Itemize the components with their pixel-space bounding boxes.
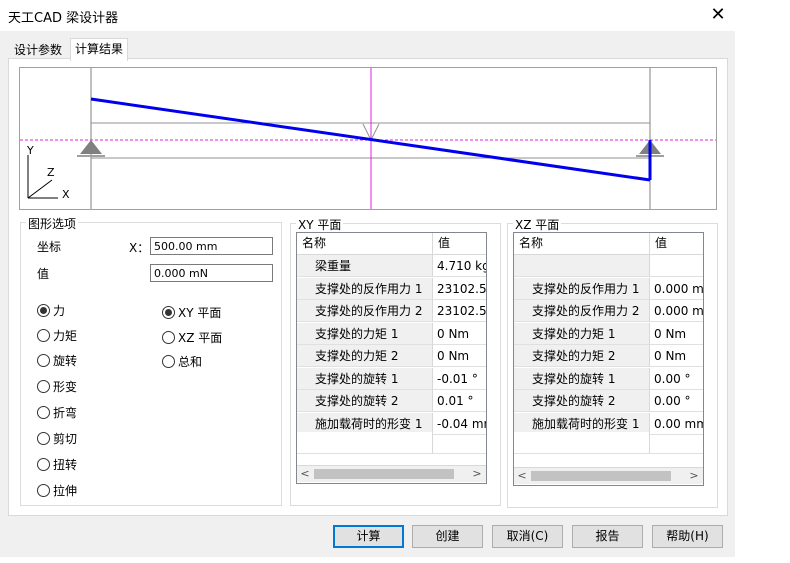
row-value: 0.01 ° xyxy=(433,390,486,412)
quantity-radio-7[interactable] xyxy=(37,484,50,497)
quantity-radio-label-4: 折弯 xyxy=(53,406,78,420)
title-bar: 天工CAD 梁设计器 ✕ xyxy=(0,0,735,31)
quantity-radio-2[interactable] xyxy=(37,354,50,367)
x-coordinate-field[interactable]: 500.00 mm xyxy=(150,237,273,255)
row-name: 支撑处的反作用力 1 xyxy=(514,277,650,300)
xz-col-name[interactable]: 名称 xyxy=(514,233,650,254)
xy-col-name[interactable]: 名称 xyxy=(297,233,433,254)
tab-design-params[interactable]: 设计参数 xyxy=(10,41,66,59)
quantity-radio-label-2: 旋转 xyxy=(53,354,78,368)
quantity-radio-label-6: 扭转 xyxy=(53,458,78,472)
scroll-left-icon[interactable]: < xyxy=(297,466,313,482)
row-name: 支撑处的反作用力 2 xyxy=(514,300,650,322)
row-value: 0 Nm xyxy=(650,323,703,345)
xz-results-grid: 名称 值 支撑处的反作用力 10.000 mN支撑处的反作用力 20.000 m… xyxy=(513,232,704,486)
left-support-icon xyxy=(80,140,102,154)
row-name: 支撑处的力矩 1 xyxy=(514,322,650,345)
row-name: 支撑处的力矩 1 xyxy=(297,322,433,345)
quantity-radio-3[interactable] xyxy=(37,380,50,393)
quantity-radio-label-5: 剪切 xyxy=(53,432,78,446)
z-axis-line xyxy=(27,179,53,199)
xy-grid-header: 名称 值 xyxy=(297,233,486,255)
quantity-radio-4[interactable] xyxy=(37,406,50,419)
quantity-radio-label-7: 拉伸 xyxy=(53,484,78,498)
row-name: 支撑处的旋转 2 xyxy=(297,390,433,412)
create-button[interactable]: 创建 xyxy=(412,525,483,548)
plane-radio-label-0: XY 平面 xyxy=(178,306,222,320)
xy-results-grid: 名称 值 梁重量4.710 kg支撑处的反作用力 123102.59支撑处的反作… xyxy=(296,232,487,484)
beam-designer-dialog: 天工CAD 梁设计器 ✕ 设计参数 计算结果 Y Z X 图形选项 坐标 X： … xyxy=(0,0,735,557)
value-label: 值 xyxy=(37,267,50,281)
xz-grid-header: 名称 值 xyxy=(514,233,703,255)
row-value: 0 Nm xyxy=(650,345,703,367)
row-value: 0.00 ° xyxy=(650,368,703,390)
scroll-thumb[interactable] xyxy=(314,469,454,479)
plane-radio-label-1: XZ 平面 xyxy=(178,331,223,345)
row-name: 支撑处的旋转 2 xyxy=(514,390,650,412)
row-name: 支撑处的反作用力 1 xyxy=(297,277,433,300)
cancel-button[interactable]: 取消(C) xyxy=(492,525,563,548)
row-name: 支撑处的力矩 2 xyxy=(514,345,650,367)
scroll-thumb[interactable] xyxy=(531,471,671,481)
coord-label: 坐标 xyxy=(37,240,62,254)
xz-plane-title: XZ 平面 xyxy=(513,216,562,233)
row-name xyxy=(514,255,650,277)
row-name: 支撑处的旋转 1 xyxy=(514,367,650,390)
row-name: 支撑处的力矩 2 xyxy=(297,345,433,367)
quantity-radio-5[interactable] xyxy=(37,432,50,445)
plane-radio-label-2: 总和 xyxy=(178,355,203,369)
scroll-right-icon[interactable]: > xyxy=(469,466,485,482)
window-title: 天工CAD 梁设计器 xyxy=(8,11,119,26)
scroll-left-icon[interactable]: < xyxy=(514,468,530,484)
close-icon[interactable]: ✕ xyxy=(706,3,730,27)
x-axis-label: X xyxy=(62,188,70,201)
xy-col-value[interactable]: 值 xyxy=(433,233,486,254)
plane-radio-2[interactable] xyxy=(162,355,175,368)
quantity-radio-label-3: 形变 xyxy=(53,380,78,394)
plane-radio-0[interactable] xyxy=(162,306,175,319)
row-name: 支撑处的旋转 1 xyxy=(297,367,433,390)
xy-horizontal-scrollbar[interactable]: < > xyxy=(297,465,486,482)
xy-plane-title: XY 平面 xyxy=(296,216,344,233)
quantity-radio-label-1: 力矩 xyxy=(53,329,78,343)
x-label: X： xyxy=(129,241,150,255)
calculate-button[interactable]: 计算 xyxy=(333,525,404,548)
beam-diagram: Y Z X xyxy=(19,67,717,210)
row-value: 4.710 kg xyxy=(433,255,486,277)
report-button[interactable]: 报告 xyxy=(572,525,643,548)
z-axis-label: Z xyxy=(47,166,55,179)
row-value xyxy=(650,255,703,277)
quantity-radio-0[interactable] xyxy=(37,304,50,317)
row-value: 23102.59 xyxy=(433,278,486,300)
row-value: 0.00 ° xyxy=(650,390,703,412)
beam-diagram-svg: Y Z X xyxy=(20,68,716,209)
row-value: 0 Nm xyxy=(433,323,486,345)
xz-col-value[interactable]: 值 xyxy=(650,233,703,254)
row-value: 0 Nm xyxy=(433,345,486,367)
tab-results[interactable]: 计算结果 xyxy=(70,38,129,61)
scroll-right-icon[interactable]: > xyxy=(686,468,702,484)
quantity-radio-6[interactable] xyxy=(37,458,50,471)
quantity-radio-label-0: 力 xyxy=(53,304,66,318)
y-axis-label: Y xyxy=(26,144,34,157)
row-value: -0.01 ° xyxy=(433,368,486,390)
help-button[interactable]: 帮助(H) xyxy=(652,525,723,548)
xz-horizontal-scrollbar[interactable]: < > xyxy=(514,467,703,484)
row-name: 支撑处的反作用力 2 xyxy=(297,300,433,322)
row-value: 23102.59 xyxy=(433,300,486,322)
row-name: 梁重量 xyxy=(297,255,433,277)
row-value: 0.000 mN xyxy=(650,300,703,322)
plane-radio-1[interactable] xyxy=(162,331,175,344)
row-value: 0.000 mN xyxy=(650,278,703,300)
value-field[interactable]: 0.000 mN xyxy=(150,264,273,282)
graph-options-title: 图形选项 xyxy=(26,215,79,232)
quantity-radio-1[interactable] xyxy=(37,329,50,342)
